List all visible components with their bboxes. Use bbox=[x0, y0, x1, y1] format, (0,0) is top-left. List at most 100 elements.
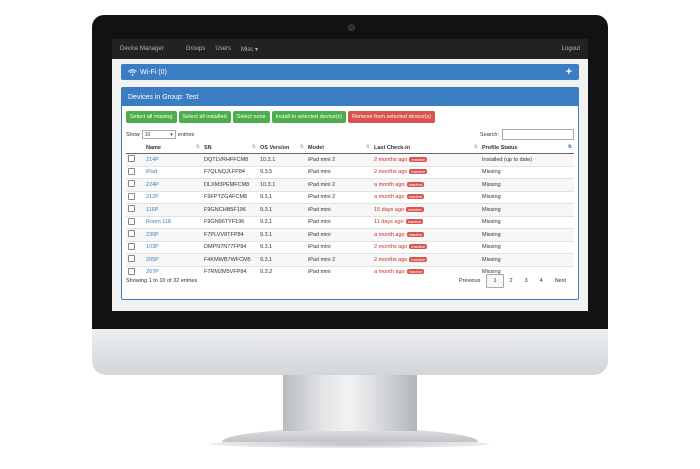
profile-status-cell: Missing bbox=[480, 215, 574, 229]
column-header-sn[interactable]: SN ⇅ bbox=[202, 142, 258, 154]
device-name-link[interactable]: 230P bbox=[146, 232, 159, 238]
column-header-model[interactable]: Model ⇅ bbox=[306, 142, 372, 154]
os-version-cell: 10.2.1 bbox=[258, 153, 306, 166]
table-row: iPad F7QLNQJLFP84 9.3.5 iPad mini 2 months a… bbox=[126, 165, 574, 179]
wifi-panel-header[interactable]: Wi-Fi (0) + bbox=[121, 64, 579, 80]
search-input[interactable] bbox=[502, 129, 574, 140]
os-version-cell: 9.3.1 bbox=[258, 190, 306, 204]
column-header-label: Name bbox=[146, 144, 161, 151]
chevron-down-icon: ▾ bbox=[170, 131, 173, 138]
row-checkbox[interactable] bbox=[128, 267, 135, 275]
serial-number-cell: F7RM2M5VFP84 bbox=[202, 265, 258, 278]
pagination-page-2[interactable]: 2 bbox=[504, 275, 519, 287]
table-row: 103P DMPN7N77FP84 9.3.1 iPad mini 2 months a… bbox=[126, 240, 574, 254]
inactive-badge: Inactive bbox=[409, 244, 428, 250]
inactive-badge: Inactive bbox=[406, 194, 425, 200]
device-name-cell: 205P bbox=[144, 253, 202, 266]
profile-status-cell: Missing bbox=[480, 165, 574, 179]
row-select-cell bbox=[126, 153, 144, 166]
pagination-page-4[interactable]: 4 bbox=[534, 275, 549, 287]
sort-icon: ⇅ bbox=[195, 144, 200, 150]
last-checkin-text: 2 months ago bbox=[374, 244, 408, 251]
row-checkbox[interactable] bbox=[128, 217, 135, 225]
select-none-button[interactable]: Select none bbox=[232, 111, 270, 123]
table-row: 212P F9FPTZGAFCM8 9.3.1 iPad mini 2a month … bbox=[126, 190, 574, 204]
select-all-missing-button[interactable]: Select all missing bbox=[126, 111, 177, 123]
device-name-link[interactable]: 214P bbox=[146, 157, 159, 163]
table-row: 230P F7PLVV8TFP84 9.3.1 iPad mini a month ag… bbox=[126, 228, 574, 241]
table-row: Room 118 F9GN96TYF196 9.3.1 iPad mini 11 day… bbox=[126, 215, 574, 229]
row-checkbox[interactable] bbox=[128, 180, 135, 188]
sort-icon: ⇅ bbox=[365, 144, 370, 150]
row-select-cell bbox=[126, 265, 144, 278]
model-cell: iPad mini bbox=[306, 215, 372, 229]
row-checkbox[interactable] bbox=[128, 155, 135, 163]
row-checkbox[interactable] bbox=[128, 242, 135, 250]
page-size-control: Show 10 ▾ entries bbox=[126, 130, 194, 139]
table-header-row: Name ⇅ SN ⇅ OS Version ⇅ Model ⇅ Last Check-… bbox=[126, 142, 574, 154]
last-checkin-text: a month ago bbox=[374, 181, 405, 188]
page-size-select[interactable]: 10 ▾ bbox=[141, 130, 176, 139]
nav-users[interactable]: Users bbox=[215, 46, 231, 52]
monitor-stand-neck bbox=[283, 375, 417, 431]
device-name-link[interactable]: Room 118 bbox=[146, 219, 171, 225]
last-checkin-text: 2 months ago bbox=[374, 169, 408, 176]
last-checkin-text: a month ago bbox=[374, 194, 405, 201]
row-checkbox[interactable] bbox=[128, 192, 135, 200]
column-header-profile-status[interactable]: Profile Status ⇅ bbox=[480, 142, 574, 154]
device-name-link[interactable]: 205P bbox=[146, 257, 159, 263]
pagination-next[interactable]: Next bbox=[549, 275, 572, 287]
devices-panel-title: Devices in Group: Test bbox=[122, 88, 578, 106]
table-row: 116P F9GNCHB5F196 9.3.1 iPad mini 15 days ag… bbox=[126, 203, 574, 216]
search-label: Search: bbox=[480, 131, 499, 138]
model-cell: iPad mini bbox=[306, 228, 372, 241]
navbar: Device Manager Groups Users Misc ▾ Logou… bbox=[112, 39, 588, 59]
model-cell: iPad mini bbox=[306, 165, 372, 179]
action-toolbar: Select all missing Select all installed … bbox=[126, 111, 435, 123]
pagination-page-3[interactable]: 3 bbox=[519, 275, 534, 287]
device-name-cell: 230P bbox=[144, 228, 202, 241]
pagination-previous[interactable]: Previous bbox=[453, 275, 486, 287]
device-name-link[interactable]: 224P bbox=[146, 182, 159, 188]
nav-brand[interactable]: Device Manager bbox=[120, 46, 164, 52]
profile-status-cell: Missing bbox=[480, 190, 574, 204]
device-name-link[interactable]: 207P bbox=[146, 269, 159, 275]
device-name-cell: iPad bbox=[144, 165, 202, 179]
inactive-badge: Inactive bbox=[406, 269, 425, 275]
row-checkbox[interactable] bbox=[128, 255, 135, 263]
device-name-link[interactable]: 116P bbox=[146, 207, 158, 213]
os-version-cell: 9.3.1 bbox=[258, 215, 306, 229]
devices-table: Name ⇅ SN ⇅ OS Version ⇅ Model ⇅ Last Check-… bbox=[126, 142, 574, 278]
model-cell: iPad mini bbox=[306, 240, 372, 254]
plus-icon[interactable]: + bbox=[566, 67, 572, 78]
nav-misc-dropdown[interactable]: Misc ▾ bbox=[241, 46, 258, 53]
remove-button[interactable]: Remove from selected device(s) bbox=[347, 111, 435, 123]
device-name-link[interactable]: iPad bbox=[146, 169, 157, 175]
row-checkbox[interactable] bbox=[128, 167, 135, 175]
page-size-value: 10 bbox=[144, 131, 151, 138]
sort-icon: ⇅ bbox=[473, 144, 478, 150]
column-header-os-version[interactable]: OS Version ⇅ bbox=[258, 142, 306, 154]
model-cell: iPad mini 2 bbox=[306, 178, 372, 191]
device-name-link[interactable]: 103P bbox=[146, 244, 159, 250]
os-version-cell: 9.3.1 bbox=[258, 240, 306, 254]
row-checkbox[interactable] bbox=[128, 230, 135, 238]
row-checkbox[interactable] bbox=[128, 205, 135, 213]
device-name-link[interactable]: 212P bbox=[146, 194, 159, 200]
column-header-label: Model bbox=[308, 144, 324, 151]
column-header-name[interactable]: Name ⇅ bbox=[144, 142, 202, 154]
logout-link[interactable]: Logout bbox=[562, 46, 580, 52]
serial-number-cell: F9GN96TYF196 bbox=[202, 215, 258, 229]
row-select-cell bbox=[126, 228, 144, 241]
column-header-last-checkin[interactable]: Last Check-in ⇅ bbox=[372, 142, 480, 154]
nav-groups[interactable]: Groups bbox=[186, 46, 206, 52]
table-info: Showing 1 to 10 of 32 entries bbox=[126, 278, 198, 284]
device-name-cell: 224P bbox=[144, 178, 202, 191]
show-label: Show bbox=[126, 131, 140, 138]
select-all-installed-button[interactable]: Select all installed bbox=[178, 111, 231, 123]
last-checkin-cell: 2 months ago Inactive bbox=[372, 165, 480, 179]
pagination-page-1[interactable]: 1 bbox=[486, 274, 504, 288]
wifi-icon bbox=[128, 68, 137, 76]
install-button[interactable]: Install to selected device(s) bbox=[271, 111, 346, 123]
profile-status-cell: Missing bbox=[480, 203, 574, 216]
